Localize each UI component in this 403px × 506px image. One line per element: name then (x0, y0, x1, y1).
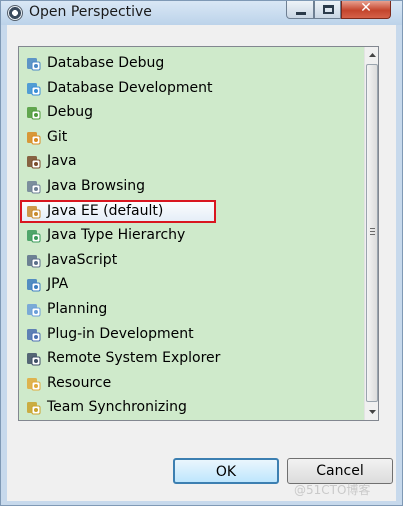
perspective-list-items: Database Debug Database Development Debug G… (19, 51, 364, 420)
java-ee-icon (27, 205, 41, 219)
javascript-icon (27, 254, 41, 268)
perspective-label: Remote System Explorer (47, 350, 221, 367)
scroll-up-button[interactable] (365, 47, 378, 63)
perspective-item[interactable]: JavaScript (19, 248, 364, 273)
perspective-item[interactable]: Remote System Explorer (19, 346, 364, 371)
perspective-item[interactable]: Git (19, 125, 364, 150)
planning-icon (27, 303, 41, 317)
bug-icon (27, 107, 41, 120)
perspective-label: Planning (47, 300, 108, 317)
close-icon: ✕ (360, 0, 372, 16)
perspective-list[interactable]: Database Debug Database Development Debug G… (18, 46, 379, 421)
resource-icon (27, 377, 41, 391)
perspective-item[interactable]: Java Type Hierarchy (19, 223, 364, 248)
maximize-button[interactable] (314, 1, 341, 19)
title-bar[interactable]: Open Perspective ✕ (1, 0, 402, 25)
perspective-label: JavaScript (47, 251, 118, 268)
perspective-item[interactable]: Team Synchronizing (19, 395, 364, 420)
perspective-item[interactable]: Java Browsing (19, 174, 364, 199)
scroll-down-button[interactable] (365, 404, 378, 420)
perspective-label: JPA (47, 276, 69, 293)
perspective-item[interactable]: Planning (19, 297, 364, 322)
perspective-label: Java Browsing (47, 177, 146, 194)
close-button[interactable]: ✕ (341, 0, 391, 19)
dialog-body: Database Debug Database Development Debug G… (7, 25, 396, 501)
window-title: Open Perspective (29, 4, 152, 20)
java-icon (27, 156, 41, 169)
perspective-item[interactable]: JPA (19, 272, 364, 297)
ok-button[interactable]: OK (173, 458, 279, 484)
chevron-up-icon (369, 53, 376, 57)
minimize-icon (296, 12, 306, 15)
database-development-icon (27, 82, 41, 96)
perspective-label: Debug (47, 104, 94, 121)
perspective-item[interactable]: Debug (19, 100, 364, 125)
perspective-label: Resource (47, 374, 112, 391)
eclipse-app-icon (7, 5, 23, 21)
java-browsing-icon (27, 180, 41, 194)
maximize-icon (323, 5, 334, 14)
perspective-label: Team Synchronizing (47, 399, 187, 416)
perspective-label: Database Development (47, 79, 213, 96)
scrollbar-thumb[interactable] (366, 64, 378, 402)
watermark: @51CTO博客 (294, 483, 371, 497)
team-sync-icon (27, 402, 41, 415)
perspective-label: Java Type Hierarchy (47, 227, 186, 244)
open-perspective-dialog: Open Perspective ✕ Database Debug Databas… (0, 0, 403, 506)
perspective-item[interactable]: Java (19, 149, 364, 174)
remote-system-icon (27, 353, 41, 366)
scrollbar-grip (370, 228, 375, 235)
perspective-label: Java EE (default) (47, 202, 164, 219)
type-hierarchy-icon (27, 230, 41, 243)
perspective-label: Database Debug (47, 55, 165, 71)
perspective-label: Plug-in Development (47, 325, 194, 342)
git-icon (27, 131, 41, 145)
perspective-item[interactable]: Java EE (default) (19, 199, 364, 224)
plugin-icon (27, 328, 41, 342)
perspective-item[interactable]: Resource (19, 371, 364, 396)
chevron-down-icon (369, 410, 376, 414)
perspective-label: Git (47, 128, 68, 145)
perspective-item[interactable]: Database Debug (19, 51, 364, 76)
perspective-item[interactable]: Plug-in Development (19, 322, 364, 347)
vertical-scrollbar[interactable] (364, 47, 378, 420)
perspective-label: Java (47, 153, 77, 170)
database-debug-icon (27, 58, 41, 71)
jpa-icon (27, 279, 41, 292)
perspective-item[interactable]: Database Development (19, 76, 364, 101)
minimize-button[interactable] (286, 1, 314, 19)
